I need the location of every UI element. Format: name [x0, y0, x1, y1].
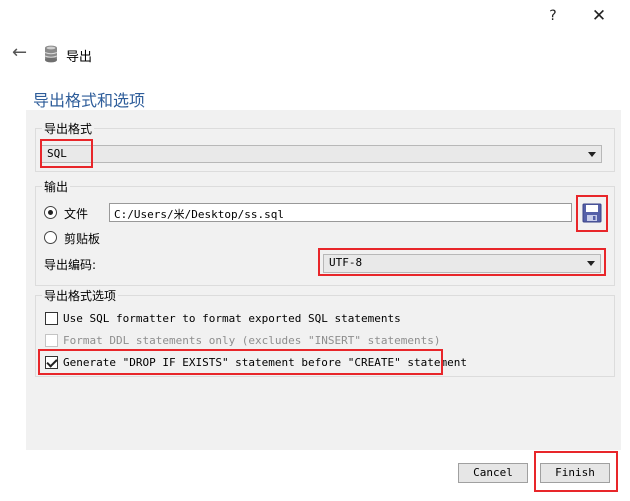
wizard-header: ← 导出 [0, 40, 630, 68]
sql-formatter-checkbox[interactable] [45, 312, 58, 325]
save-file-icon[interactable] [582, 203, 602, 223]
section-title: 导出格式和选项 [33, 91, 146, 110]
encoding-select[interactable]: UTF-8 [323, 254, 601, 273]
chevron-down-icon [588, 152, 596, 157]
chevron-down-icon [587, 261, 595, 266]
close-button[interactable]: ✕ [586, 4, 612, 28]
main-panel: 导出格式 SQL 输出 文件 C:/Users/米/Desktop/ss.sql… [26, 110, 621, 450]
file-path-value: C:/Users/米/Desktop/ss.sql [114, 208, 284, 221]
clipboard-radio[interactable] [44, 231, 57, 244]
format-group-legend: 导出格式 [44, 122, 93, 136]
file-path-input[interactable]: C:/Users/米/Desktop/ss.sql [109, 203, 572, 222]
sql-formatter-label: Use SQL formatter to format exported SQL… [63, 312, 401, 325]
database-icon [44, 45, 58, 63]
ddl-only-label: Format DDL statements only (excludes "IN… [63, 334, 441, 347]
finish-button[interactable]: Finish [540, 463, 610, 483]
encoding-select-value: UTF-8 [329, 256, 363, 269]
back-arrow-icon[interactable]: ← [12, 42, 27, 63]
format-options-legend: 导出格式选项 [44, 289, 117, 303]
file-radio-label: 文件 [64, 207, 89, 221]
drop-if-exists-label: Generate "DROP IF EXISTS" statement befo… [63, 356, 467, 369]
output-group-legend: 输出 [44, 180, 69, 194]
encoding-label: 导出编码: [44, 258, 97, 272]
drop-if-exists-checkbox[interactable] [45, 356, 58, 369]
ddl-only-checkbox[interactable] [45, 334, 58, 347]
help-button[interactable]: ? [540, 4, 566, 28]
file-radio[interactable] [44, 206, 57, 219]
header-title: 导出 [66, 50, 93, 65]
format-select[interactable]: SQL [41, 145, 602, 163]
cancel-button[interactable]: Cancel [458, 463, 528, 483]
title-bar: ? ✕ [0, 0, 630, 32]
format-select-value: SQL [47, 147, 67, 160]
clipboard-radio-label: 剪贴板 [64, 232, 101, 246]
